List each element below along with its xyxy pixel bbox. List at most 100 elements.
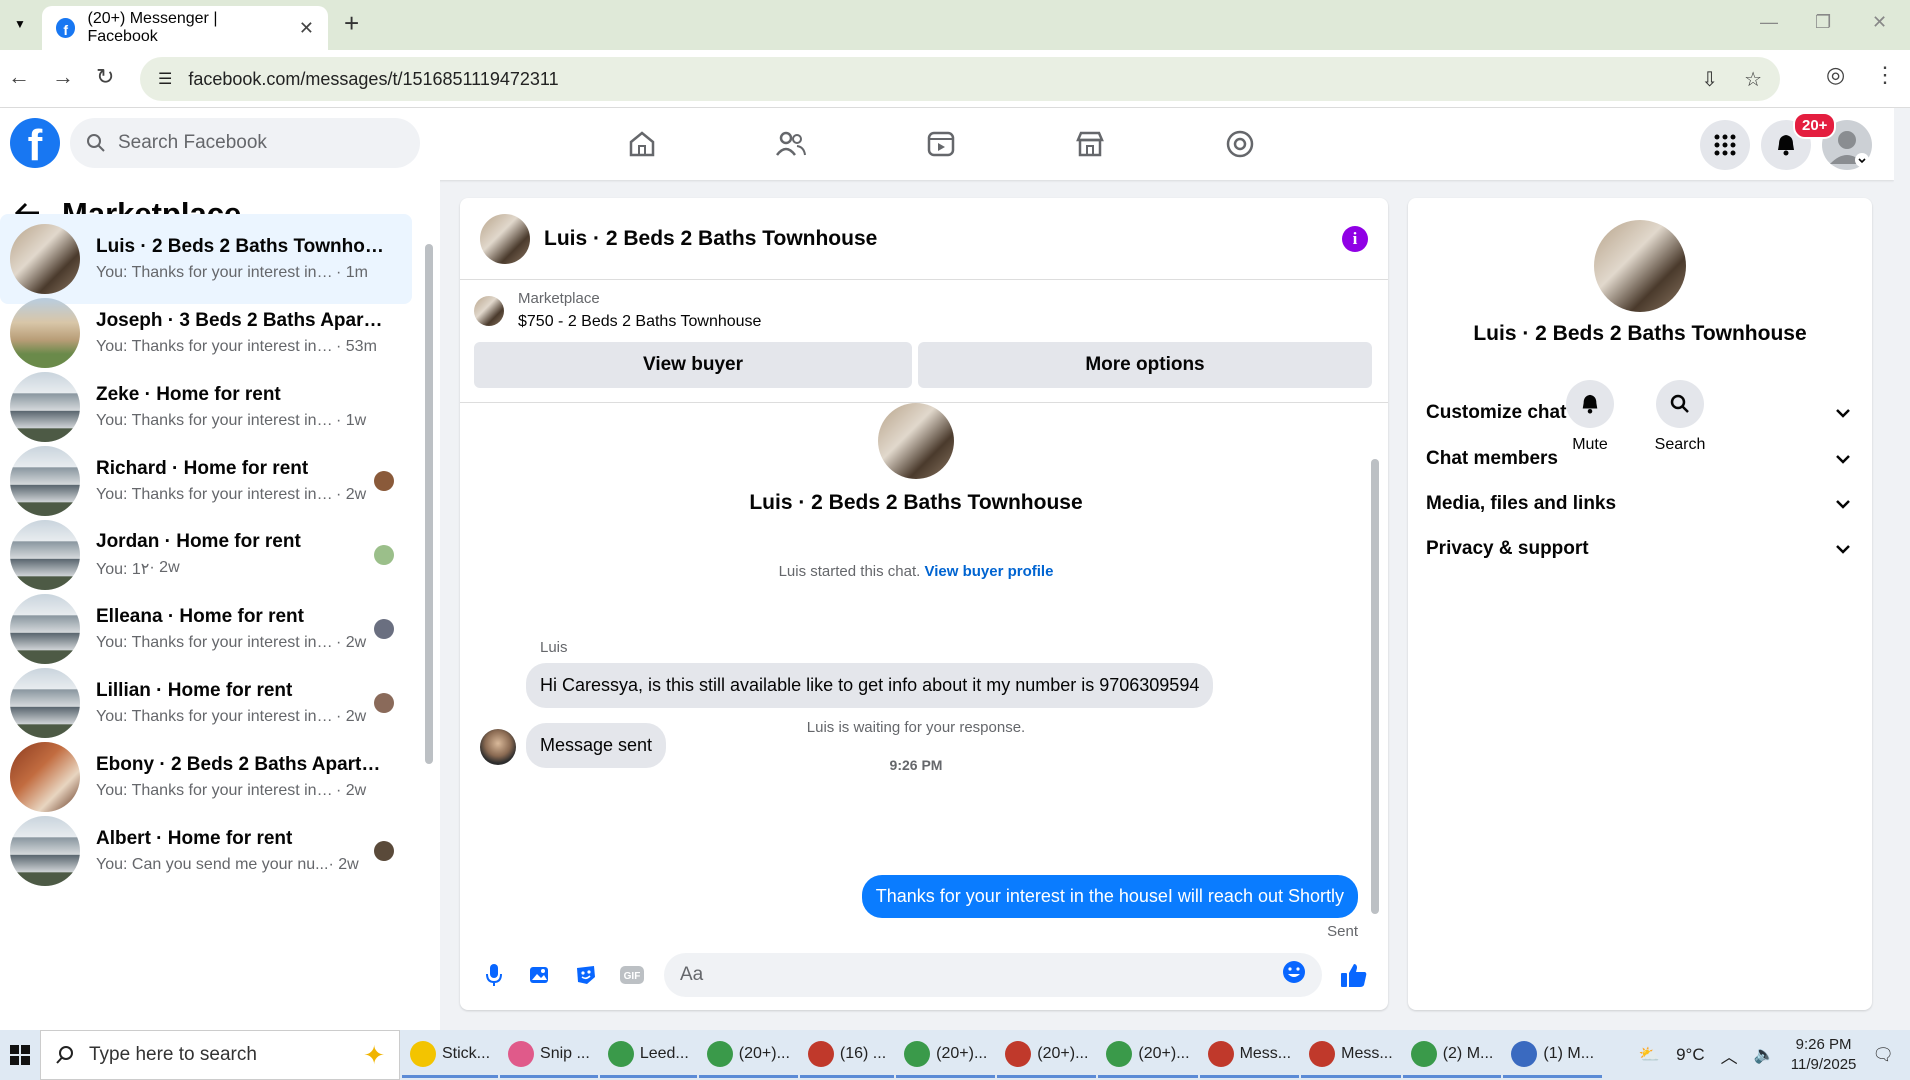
like-thumb-icon[interactable] <box>1340 961 1368 989</box>
section-label: Privacy & support <box>1426 538 1589 559</box>
forward-icon[interactable]: → <box>52 64 74 90</box>
tray-chevron-icon[interactable]: ︿ <box>1721 1043 1738 1068</box>
conversation-preview: You: Thanks for your interest in t... <box>96 634 336 651</box>
app-icon <box>1410 1040 1437 1067</box>
search-placeholder: Search Facebook <box>118 132 267 153</box>
chat-title[interactable]: Luis · 2 Beds 2 Baths Townhouse <box>544 227 877 251</box>
privacy-support-section[interactable]: Privacy & support <box>1426 538 1856 560</box>
info-icon[interactable]: i <box>1342 225 1368 252</box>
marketplace-sidebar: Marketplace Luis · 2 Beds 2 Baths Townho… <box>0 180 440 1030</box>
sidebar-scrollbar[interactable] <box>424 244 434 944</box>
conversation-thumbnail <box>10 594 80 664</box>
friends-icon[interactable] <box>771 124 811 164</box>
app-icon <box>807 1040 834 1067</box>
gaming-icon[interactable] <box>1220 124 1260 164</box>
photo-icon[interactable] <box>526 961 554 989</box>
facebook-logo-icon[interactable]: f <box>10 118 60 168</box>
taskbar-app-label: Snip ... <box>540 1044 590 1062</box>
app-icon <box>508 1040 535 1067</box>
taskbar-app-label: Mess... <box>1341 1044 1393 1062</box>
listing-thumbnail[interactable] <box>474 295 504 326</box>
emoji-icon[interactable] <box>1282 960 1306 990</box>
read-receipt-avatar <box>374 693 394 713</box>
chevron-down-icon <box>1836 538 1850 560</box>
browser-tab[interactable]: f (20+) Messenger | Facebook ✕ <box>42 6 328 50</box>
minimize-icon[interactable]: — <box>1760 12 1778 33</box>
clock-time: 9:26 PM <box>1795 1036 1852 1053</box>
tab-list-chevron-icon[interactable]: ▼ <box>6 10 34 38</box>
taskbar-app-label: Leed... <box>639 1044 689 1062</box>
marketplace-label: Marketplace <box>518 290 600 307</box>
weather-icon[interactable]: ⛅ <box>1639 1045 1660 1065</box>
home-icon[interactable] <box>622 124 662 164</box>
browser-menu-icon[interactable]: ⋮ <box>1874 62 1896 88</box>
clock-date: 11/9/2025 <box>1790 1056 1857 1073</box>
taskbar-app-button[interactable]: (20+)... <box>698 1032 798 1078</box>
notification-count-badge: 20+ <box>1793 112 1837 139</box>
browser-tab-bar: ▼ f (20+) Messenger | Facebook ✕ + — ❐ ✕ <box>0 0 1910 50</box>
taskbar-app-button[interactable]: (20+)... <box>896 1032 996 1078</box>
install-icon[interactable]: ⇩ <box>1701 67 1718 92</box>
restore-icon[interactable]: ❐ <box>1815 12 1831 33</box>
taskbar-app-button[interactable]: (20+)... <box>997 1032 1097 1078</box>
taskbar-app-label: Mess... <box>1239 1044 1292 1062</box>
conversation-name: Albert · Home for rent <box>96 828 293 849</box>
facebook-header: f Search Facebook <box>0 108 1894 180</box>
view-buyer-profile-link[interactable]: View buyer profile <box>924 563 1053 580</box>
reload-icon[interactable]: ↻ <box>96 64 114 90</box>
video-icon[interactable] <box>921 124 961 164</box>
chat-panel: Luis · 2 Beds 2 Baths Townhouse i Market… <box>460 198 1388 1010</box>
sticker-icon[interactable] <box>572 961 600 989</box>
media-files-links-section[interactable]: Media, files and links <box>1426 493 1856 515</box>
weather-temp[interactable]: 9°C <box>1676 1045 1705 1065</box>
taskbar-search-input[interactable]: Type here to search ✦ <box>40 1030 400 1080</box>
menu-grid-icon[interactable] <box>1700 120 1750 170</box>
taskbar-app-button[interactable]: Mess... <box>1199 1032 1300 1078</box>
thread-scrollbar[interactable] <box>1370 409 1380 929</box>
gif-icon[interactable]: GIF <box>618 961 646 989</box>
details-avatar[interactable] <box>1594 220 1686 312</box>
outgoing-message[interactable]: Thanks for your interest in the houseI w… <box>861 875 1358 918</box>
taskbar-app-button[interactable]: Stick... <box>402 1032 499 1078</box>
chat-members-section[interactable]: Chat members <box>1426 448 1856 470</box>
window-close-icon[interactable]: ✕ <box>1872 12 1887 33</box>
volume-icon[interactable]: 🔈 <box>1754 1045 1775 1065</box>
incoming-message[interactable]: Hi Caressya, is this still available lik… <box>526 663 1214 708</box>
taskbar-app-label: Stick... <box>442 1044 491 1062</box>
page-scrollbar[interactable] <box>1894 108 1910 1030</box>
taskbar-app-button[interactable]: Snip ... <box>500 1032 598 1078</box>
chat-header: Luis · 2 Beds 2 Baths Townhouse i <box>460 198 1388 280</box>
conversation-thumbnail <box>10 742 80 812</box>
app-icon <box>1106 1040 1133 1067</box>
taskbar-app-button[interactable]: Mess... <box>1301 1032 1401 1078</box>
site-info-icon[interactable]: ☰ <box>158 69 172 89</box>
bookmark-star-icon[interactable]: ☆ <box>1744 67 1762 92</box>
view-buyer-button[interactable]: View buyer <box>474 342 912 388</box>
facebook-search-input[interactable]: Search Facebook <box>70 118 420 168</box>
tab-close-icon[interactable]: ✕ <box>299 18 314 39</box>
microphone-icon[interactable] <box>480 961 508 989</box>
chevron-down-icon <box>1836 448 1850 470</box>
taskbar-app-button[interactable]: Leed... <box>599 1032 697 1078</box>
conversation-item[interactable]: Albert · Home for rent You: Can you send … <box>0 806 412 896</box>
sparkle-icon: ✦ <box>363 1039 385 1070</box>
svg-text:GIF: GIF <box>624 971 641 982</box>
customize-chat-section[interactable]: Customize chat <box>1426 402 1856 424</box>
message-placeholder: Aa <box>680 964 704 985</box>
clock[interactable]: 9:26 PM 11/9/2025 <box>1791 1035 1857 1075</box>
taskbar-app-button[interactable]: (2) M... <box>1402 1032 1502 1078</box>
listing-title[interactable]: $750 - 2 Beds 2 Baths Townhouse <box>518 313 761 331</box>
back-icon[interactable]: ← <box>8 64 30 90</box>
marketplace-icon[interactable] <box>1070 124 1110 164</box>
url-bar[interactable]: ☰ facebook.com/messages/t/15168511194723… <box>140 57 1780 101</box>
new-tab-icon[interactable]: + <box>344 8 359 39</box>
more-options-button[interactable]: More options <box>918 342 1372 388</box>
taskbar-app-button[interactable]: (1) M... <box>1503 1032 1603 1078</box>
profile-icon[interactable]: ◎ <box>1826 62 1845 88</box>
notifications-center-icon[interactable]: 🗨 <box>1872 1045 1894 1065</box>
windows-start-icon[interactable] <box>0 1030 40 1080</box>
taskbar-app-button[interactable]: (16) ... <box>799 1032 895 1078</box>
message-input[interactable]: Aa <box>664 953 1322 997</box>
taskbar-app-button[interactable]: (20+)... <box>1098 1032 1198 1078</box>
chat-avatar[interactable] <box>480 213 530 264</box>
